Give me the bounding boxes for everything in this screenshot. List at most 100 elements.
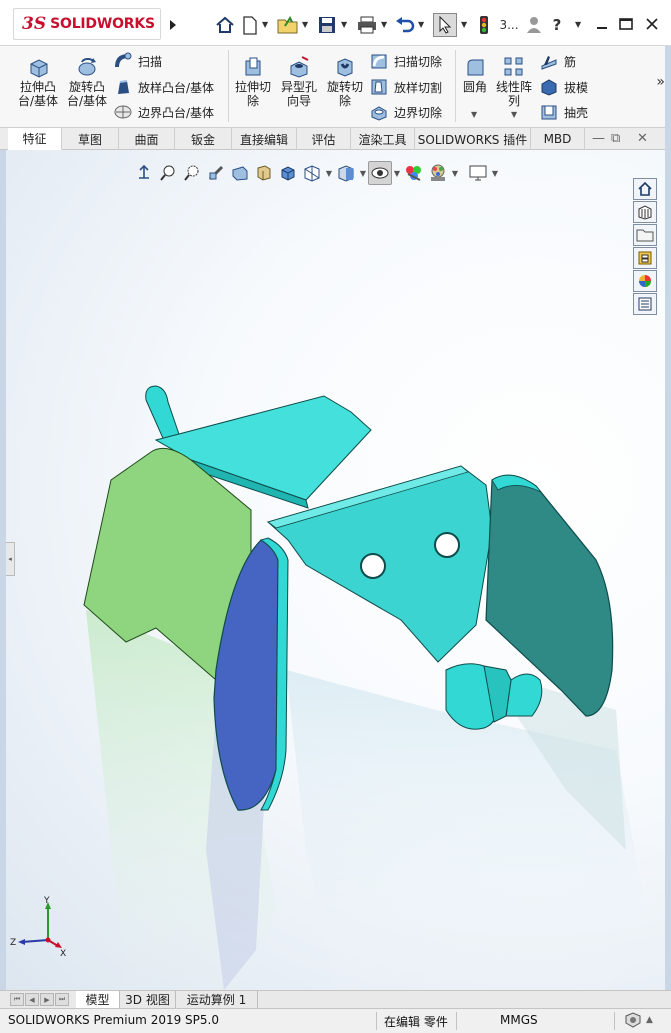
doc-restore-icon[interactable]: ⧉ bbox=[611, 131, 620, 146]
tab-mbd[interactable]: MBD bbox=[531, 128, 585, 150]
revolve-boss-icon bbox=[76, 56, 98, 78]
hole-wizard-button[interactable]: 异型孔 向导 bbox=[276, 54, 322, 108]
tab-evaluate[interactable]: 评估 bbox=[297, 128, 351, 150]
tab-sketch[interactable]: 草图 bbox=[62, 128, 119, 150]
render-tools-scene-icon[interactable] bbox=[426, 161, 450, 185]
solidworks-logo[interactable]: 3S SOLIDWORKS bbox=[13, 8, 161, 40]
tab-surfaces[interactable]: 曲面 bbox=[119, 128, 175, 150]
apply-scene-icon[interactable] bbox=[402, 161, 426, 185]
swept-cut-button[interactable]: 扫描切除 bbox=[370, 51, 442, 71]
new-document-icon[interactable] bbox=[240, 14, 260, 36]
doc-minimize-icon[interactable]: — bbox=[592, 131, 605, 146]
visibility-dropdown-arrow-icon[interactable]: ▼ bbox=[392, 169, 402, 178]
tab-render-tools[interactable]: 渲染工具 bbox=[351, 128, 415, 150]
prev-tab-arrow-icon[interactable]: ◀ bbox=[25, 993, 39, 1006]
visibility-eye-icon[interactable] bbox=[368, 161, 392, 185]
feature-manager-collapse-handle[interactable]: ◂ bbox=[6, 542, 15, 576]
save-dropdown-arrow-icon[interactable]: ▼ bbox=[341, 20, 347, 29]
hide-show-dropdown-arrow-icon[interactable]: ▼ bbox=[324, 169, 334, 178]
boundary-cut-button[interactable]: 边界切除 bbox=[370, 102, 442, 122]
undo-icon[interactable] bbox=[394, 14, 416, 36]
tab-features[interactable]: 特征 bbox=[8, 128, 62, 150]
tab-3d-views[interactable]: 3D 视图 bbox=[120, 991, 176, 1008]
select-dropdown-arrow-icon[interactable]: ▼ bbox=[461, 20, 467, 29]
hide-show-items-icon[interactable] bbox=[300, 161, 324, 185]
triad-y-label: Y bbox=[43, 896, 50, 906]
tab-motion-study-1[interactable]: 运动算例 1 bbox=[176, 991, 258, 1008]
unit-system-selector[interactable]: MMGS bbox=[500, 1013, 538, 1027]
dynamic-annotation-views-icon[interactable] bbox=[228, 161, 252, 185]
display-style-icon[interactable] bbox=[276, 161, 300, 185]
appearance-dropdown-arrow-icon[interactable]: ▼ bbox=[358, 169, 368, 178]
close-window-button[interactable] bbox=[640, 12, 664, 36]
user-account-icon[interactable] bbox=[524, 14, 544, 36]
help-dropdown-arrow-icon[interactable]: ▼ bbox=[575, 20, 581, 29]
sweep-label: 扫描 bbox=[138, 54, 163, 69]
window-frame-right bbox=[665, 46, 671, 1008]
view-palette-icon[interactable] bbox=[633, 247, 657, 269]
boundary-cut-icon bbox=[370, 103, 388, 121]
boundary-boss-button[interactable]: 边界凸台/基体 bbox=[114, 102, 214, 122]
loft-button[interactable]: 放样凸台/基体 bbox=[114, 77, 214, 97]
shell-button[interactable]: 抽壳 bbox=[540, 102, 588, 122]
custom-properties-icon[interactable] bbox=[633, 293, 657, 315]
print-dropdown-arrow-icon[interactable]: ▼ bbox=[381, 20, 387, 29]
maximize-button[interactable] bbox=[614, 12, 638, 36]
linear-pattern-button[interactable]: 线性阵 列 bbox=[491, 54, 537, 108]
zoom-to-fit-icon[interactable] bbox=[132, 161, 156, 185]
open-folder-icon[interactable] bbox=[276, 14, 300, 36]
customize-status-bar-icon[interactable] bbox=[624, 1012, 642, 1031]
tab-direct-editing[interactable]: 直接编辑 bbox=[232, 128, 297, 150]
zoom-area-icon[interactable] bbox=[156, 161, 180, 185]
new-dropdown-arrow-icon[interactable]: ▼ bbox=[262, 20, 268, 29]
revolve-boss-button[interactable]: 旋转凸 台/基体 bbox=[64, 54, 110, 108]
boundary-cut-label: 边界切除 bbox=[394, 105, 443, 120]
draft-button[interactable]: 拔模 bbox=[540, 77, 588, 97]
next-tab-arrow-icon[interactable]: ▶ bbox=[40, 993, 54, 1006]
fillet-dropdown-arrow-icon[interactable]: ▼ bbox=[471, 110, 477, 119]
sweep-button[interactable]: 扫描 bbox=[114, 51, 162, 71]
part-model[interactable] bbox=[6, 150, 665, 990]
tab-solidworks-addins[interactable]: SOLIDWORKS 插件 bbox=[415, 128, 531, 150]
last-tab-arrow-icon[interactable]: ⏭ bbox=[55, 993, 69, 1006]
view-orientation-icon[interactable] bbox=[252, 161, 276, 185]
open-dropdown-arrow-icon[interactable]: ▼ bbox=[302, 20, 308, 29]
revolve-cut-button[interactable]: 旋转切 除 bbox=[322, 54, 368, 108]
linear-pattern-dropdown-arrow-icon[interactable]: ▼ bbox=[511, 110, 517, 119]
solidworks-resources-home-icon[interactable] bbox=[633, 178, 657, 200]
scene-dropdown-arrow-icon[interactable]: ▼ bbox=[450, 169, 460, 178]
view-settings-monitor-icon[interactable] bbox=[466, 161, 490, 185]
select-pointer-icon[interactable] bbox=[433, 13, 457, 37]
design-library-icon[interactable] bbox=[633, 201, 657, 223]
triad-z-label: Z bbox=[10, 938, 16, 948]
print-icon[interactable] bbox=[356, 14, 378, 36]
doc-close-icon[interactable]: ✕ bbox=[637, 131, 648, 146]
status-dropdown-arrow-icon[interactable]: ▲ bbox=[646, 1015, 653, 1025]
tab-sheet-metal[interactable]: 钣金 bbox=[175, 128, 232, 150]
file-explorer-icon[interactable] bbox=[633, 224, 657, 246]
ribbon-more-button[interactable]: » bbox=[656, 74, 665, 90]
swept-cut-icon bbox=[370, 52, 388, 70]
extrude-boss-button[interactable]: 拉伸凸 台/基体 bbox=[15, 54, 61, 108]
minimize-button[interactable] bbox=[590, 12, 614, 36]
extrude-cut-button[interactable]: 拉伸切 除 bbox=[230, 54, 276, 108]
undo-dropdown-arrow-icon[interactable]: ▼ bbox=[418, 20, 424, 29]
window-number-badge[interactable]: 3... bbox=[498, 14, 520, 36]
previous-view-icon[interactable] bbox=[180, 161, 204, 185]
expand-menu-arrow-icon[interactable] bbox=[166, 14, 180, 36]
extrude-boss-icon bbox=[27, 56, 49, 78]
help-icon[interactable]: ? bbox=[550, 14, 564, 36]
view-settings-dropdown-arrow-icon[interactable]: ▼ bbox=[490, 169, 500, 178]
lofted-cut-button[interactable]: 放样切割 bbox=[370, 77, 442, 97]
section-view-icon[interactable] bbox=[204, 161, 228, 185]
rebuild-traffic-light-icon[interactable] bbox=[476, 14, 492, 36]
graphics-area[interactable]: ▼ ▼ ▼ ▼ ▼ ◂ Y Z X bbox=[6, 150, 665, 990]
appearances-scenes-icon[interactable] bbox=[633, 270, 657, 292]
heads-up-view-toolbar: ▼ ▼ ▼ ▼ ▼ bbox=[132, 160, 500, 186]
edit-appearance-icon[interactable] bbox=[334, 161, 358, 185]
save-icon[interactable] bbox=[316, 14, 338, 36]
first-tab-arrow-icon[interactable]: ⏮ bbox=[10, 993, 24, 1006]
rib-button[interactable]: 筋 bbox=[540, 51, 576, 71]
home-icon[interactable] bbox=[214, 14, 236, 36]
tab-model[interactable]: 模型 bbox=[76, 991, 120, 1008]
